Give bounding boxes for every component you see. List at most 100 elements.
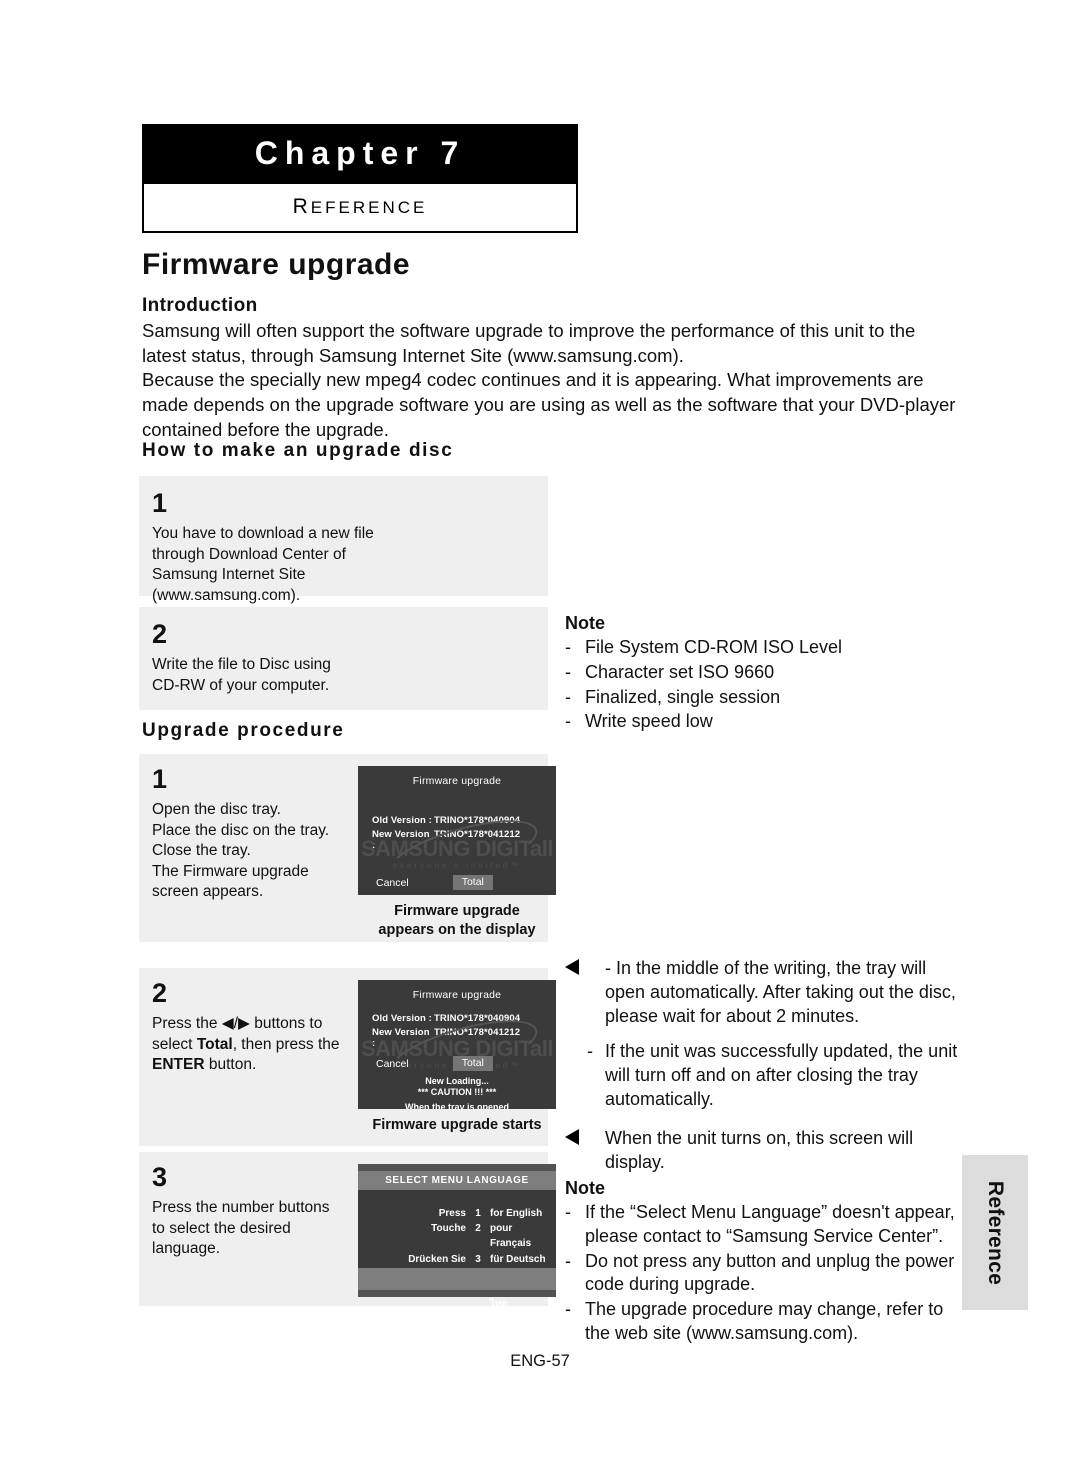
screen-caption-1: Firmware upgrade appears on the display — [358, 902, 556, 940]
arrow-note-item: - In the middle of the writing, the tray… — [565, 957, 965, 1028]
old-version-label: Old Version : — [372, 815, 432, 826]
howto-step-1: 1 You have to download a new file throug… — [139, 476, 548, 604]
language-action: Press — [438, 1208, 466, 1219]
loading-status: New Loading... — [425, 1076, 489, 1086]
step-text: Open the disc tray. Place the disc on th… — [152, 800, 352, 903]
step-text: You have to download a new file through … — [152, 524, 548, 606]
language-option-row[interactable]: Touche 2 pour Français — [358, 1221, 556, 1251]
sub-note-item: - If the unit was successfully updated, t… — [565, 1040, 965, 1111]
dash-bullet: - — [605, 958, 616, 978]
arrow-note-item: When the unit turns on, this screen will… — [565, 1127, 965, 1175]
dash-bullet: - — [565, 661, 571, 682]
sub-note-text: If the unit was successfully updated, th… — [605, 1041, 958, 1109]
note-item-text: File System CD-ROM ISO Level — [585, 637, 843, 657]
caption-line: appears on the display — [378, 922, 536, 939]
note-item-text: The upgrade procedure may change, refer … — [585, 1299, 944, 1343]
note-item: - If the “Select Menu Language” doesn't a… — [565, 1201, 965, 1249]
dash-bullet: - — [565, 1202, 571, 1222]
note-item: - Do not press any button and unplug the … — [565, 1250, 965, 1298]
note-item-text: Character set ISO 9660 — [585, 661, 775, 682]
step-line: Open the disc tray. — [152, 801, 281, 818]
select-menu-language-screen: SELECT MENU LANGUAGE Press 1 for English… — [358, 1164, 556, 1310]
caution-label: *** CAUTION !!! *** — [417, 1087, 497, 1098]
intro-paragraph-1: Samsung will often support the software … — [142, 320, 916, 367]
dash-bullet: - — [565, 711, 571, 732]
step-line: CD-RW of your computer. — [152, 676, 330, 694]
heading-how-to-make-upgrade-disc: How to make an upgrade disc — [142, 440, 454, 461]
step-line: language. — [152, 1240, 221, 1258]
heading-introduction: Introduction — [142, 295, 258, 316]
note-block-1: Note - File System CD-ROM ISO Level - Char… — [565, 613, 965, 735]
step-text: Press the ◀/▶ buttons to select Total, t… — [152, 1014, 352, 1076]
note-title: Note — [565, 613, 605, 633]
caption-line: Firmware upgrade — [394, 903, 520, 919]
arrow-note-block-1: - In the middle of the writing, the tray… — [565, 957, 965, 1112]
screen-title: Firmware upgrade — [412, 989, 502, 1001]
step-line: Press the number buttons — [152, 1199, 330, 1216]
note-item: - Character set ISO 9660 — [565, 661, 965, 685]
firmware-loading-screen: Firmware upgrade Old Version : TRINO*178… — [358, 980, 556, 1109]
upgrade-step-2: 2 Press the ◀/▶ buttons to select Total,… — [139, 968, 556, 1146]
chapter-subtitle-initial: R — [292, 194, 311, 218]
screen-buttons: Cancel Total — [358, 875, 556, 890]
left-triangle-icon — [565, 1129, 579, 1145]
text-part: Press the — [152, 1015, 222, 1032]
language-name: pour Français — [490, 1223, 532, 1250]
language-action: Touche — [431, 1223, 466, 1235]
step-line: (www.samsung.com). — [152, 586, 301, 604]
dash-bullet: - — [565, 686, 571, 707]
arrow-buttons-glyph: ◀/▶ — [221, 1015, 250, 1032]
screen-title: Firmware upgrade — [412, 775, 502, 787]
chapter-subtitle-rest: EFERENCE — [310, 197, 428, 217]
step-line: through Download Center of — [152, 545, 346, 563]
total-button[interactable]: Total — [452, 1056, 493, 1071]
note-block-2: Note - If the “Select Menu Language” does… — [565, 1178, 965, 1347]
chapter-header-box: Chapter 7 REFERENCE — [142, 124, 578, 233]
step-line: Samsung Internet Site — [152, 566, 306, 584]
language-option-row[interactable]: Drücken Sie 3 für Deutsch — [358, 1252, 556, 1267]
old-version-label: Old Version : — [372, 1013, 432, 1024]
manual-page: Chapter 7 REFERENCE Firmware upgrade Int… — [0, 0, 1080, 1482]
step-number: 2 — [152, 978, 168, 1008]
note-title: Note — [565, 1178, 605, 1198]
language-option-row[interactable]: Press 1 for English — [358, 1206, 556, 1221]
screen-top-bar — [358, 1164, 556, 1171]
step-line: Place the disc on the tray. — [152, 821, 330, 839]
intro-paragraph-2: Because the specially new mpeg4 codec co… — [142, 369, 956, 441]
step-text: Write the file to Disc using CD-RW of yo… — [152, 655, 548, 696]
howto-step-2: 2 Write the file to Disc using CD-RW of … — [139, 607, 548, 710]
language-name: for English — [490, 1208, 543, 1219]
page-title: Firmware upgrade — [142, 248, 411, 281]
screen-caption-2: Firmware upgrade starts — [372, 1117, 542, 1133]
step-line: Close the tray. — [152, 842, 251, 860]
side-tab-reference: Reference — [962, 1155, 1028, 1310]
step-text: Press the number buttons to select the d… — [152, 1198, 352, 1260]
cancel-button[interactable]: Cancel — [376, 877, 409, 889]
note-item: - File System CD-ROM ISO Level — [565, 636, 965, 660]
upgrade-step-3: 3 Press the number buttons to select the… — [139, 1152, 556, 1310]
firmware-upgrade-screen: Firmware upgrade Old Version : TRINO*178… — [358, 766, 556, 895]
total-button[interactable]: Total — [452, 875, 493, 890]
page-footer: ENG-57 — [510, 1352, 570, 1370]
screen-footer-bar — [358, 1268, 556, 1290]
step-number: 3 — [152, 1162, 168, 1192]
step-number: 1 — [152, 488, 168, 518]
language-action: Drücken Sie — [408, 1253, 466, 1265]
step-line: to select the desired — [152, 1219, 291, 1237]
language-number: 3 — [475, 1253, 481, 1265]
note-item-text: Do not press any button and unplug the p… — [585, 1250, 955, 1295]
chapter-title: Chapter 7 — [144, 126, 576, 184]
dash-bullet: - — [565, 637, 571, 657]
total-emphasis: Total — [196, 1035, 233, 1053]
cancel-button[interactable]: Cancel — [376, 1058, 409, 1070]
enter-emphasis: ENTER — [152, 1056, 205, 1074]
caution-line: When the tray is opened — [404, 1101, 509, 1110]
step-line: You have to download a new file — [152, 525, 374, 542]
language-number: 1 — [475, 1208, 481, 1219]
screen-bottom-bar — [358, 1290, 556, 1297]
note-list: - If the “Select Menu Language” doesn't a… — [565, 1201, 965, 1346]
dash-bullet: - — [565, 1299, 571, 1319]
text-part: , then press the — [232, 1035, 340, 1053]
note-item: - Write speed low — [565, 710, 965, 734]
heading-upgrade-procedure: Upgrade procedure — [142, 720, 345, 741]
